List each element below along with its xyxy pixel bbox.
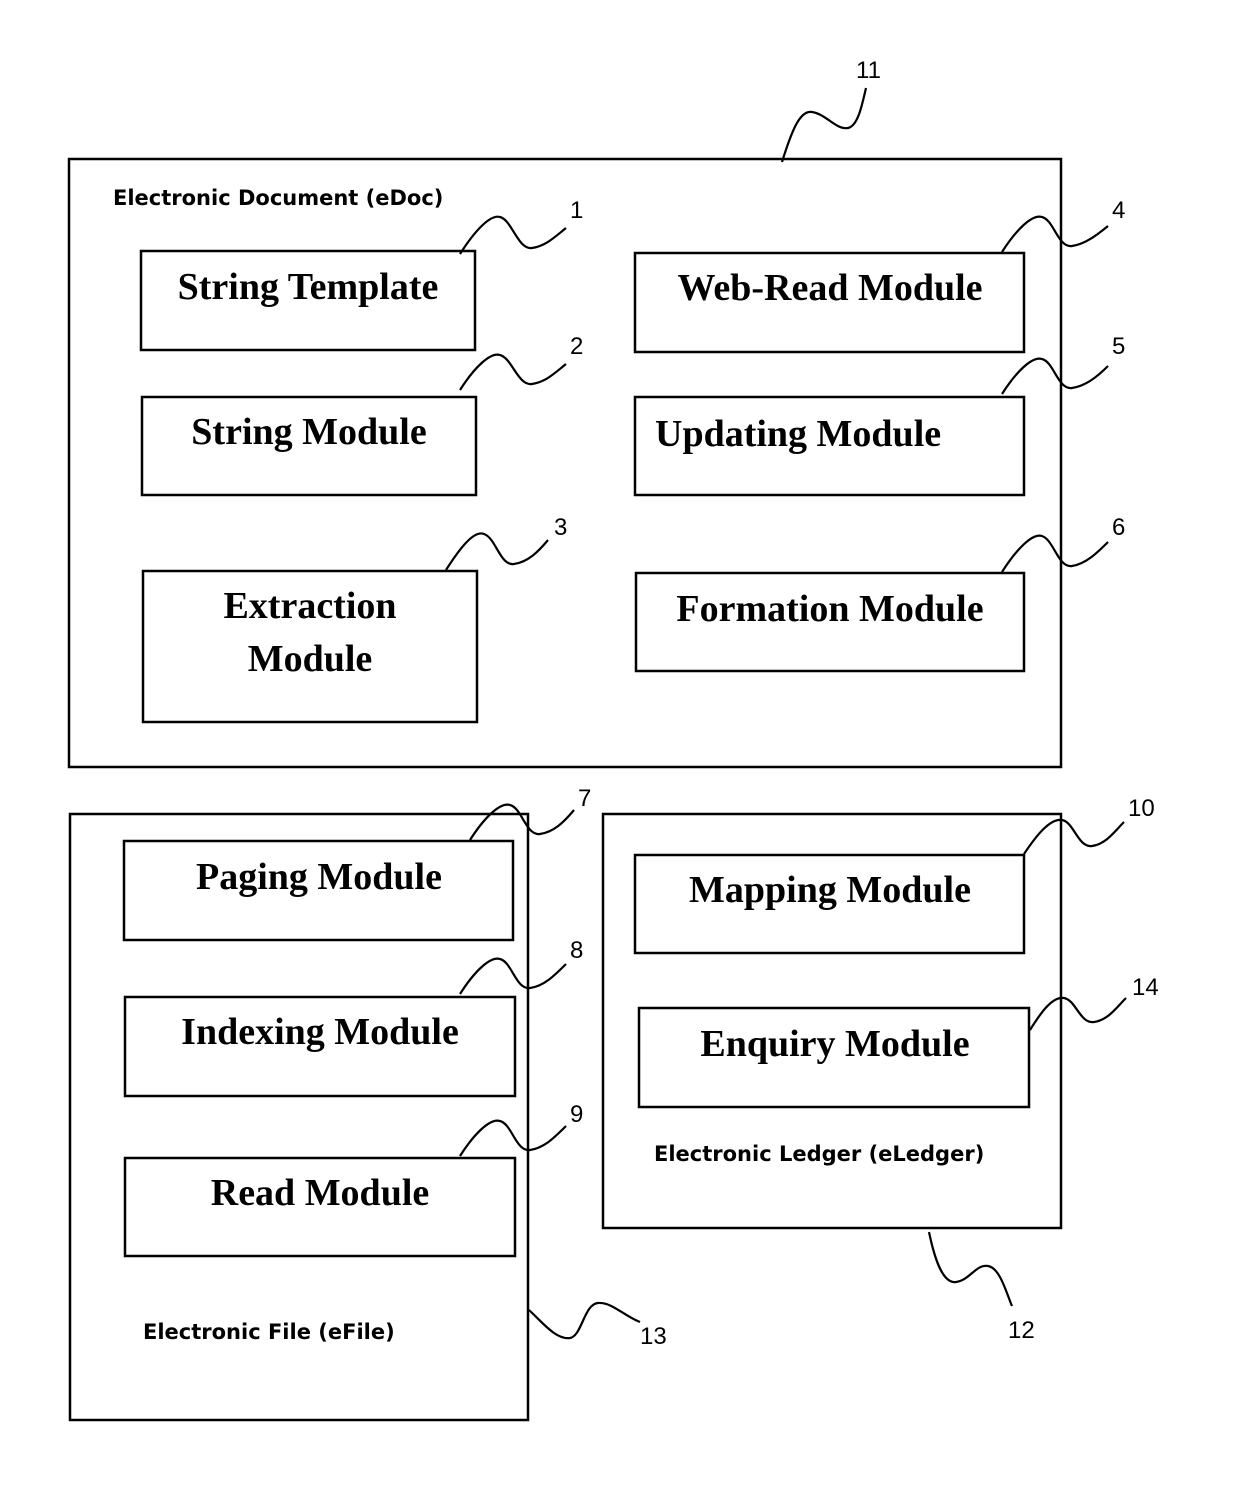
updating-module-leader-line: [1001, 357, 1109, 395]
extraction-module-label-line2: Module: [248, 638, 373, 680]
formation-module-leader-line: [1001, 534, 1109, 573]
string-module-leader-line: [459, 353, 567, 391]
web-read-module-leader-line: [1001, 215, 1109, 253]
read-module-leader-line: [459, 1119, 567, 1157]
block-diagram: Electronic Document (eDoc) 11 String Tem…: [67, 57, 1159, 1422]
paging-module-ref-number: 7: [578, 785, 591, 812]
enquiry-module-ref-number: 14: [1132, 974, 1159, 1001]
paging-module-leader-line: [469, 803, 575, 841]
indexing-module-label: Indexing Module: [181, 1011, 459, 1053]
efile-leader-line: [528, 1301, 641, 1340]
web-read-module-label: Web-Read Module: [677, 267, 982, 309]
formation-module-label: Formation Module: [676, 588, 983, 630]
edoc-container-label: Electronic Document (eDoc): [113, 186, 443, 210]
edoc-ref-number: 11: [856, 57, 881, 84]
read-module-label: Read Module: [211, 1172, 430, 1214]
mapping-module-ref-number: 10: [1128, 795, 1155, 822]
eledger-container-label: Electronic Ledger (eLedger): [654, 1142, 984, 1166]
efile-ref-number: 13: [640, 1323, 667, 1350]
enquiry-module-label: Enquiry Module: [700, 1023, 969, 1065]
mapping-module-block: Mapping Module 10: [633, 795, 1155, 955]
updating-module-label: Updating Module: [655, 413, 941, 455]
extraction-module-ref-number: 3: [554, 514, 567, 541]
indexing-module-ref-number: 8: [570, 937, 583, 964]
updating-module-ref-number: 5: [1112, 333, 1125, 360]
paging-module-label: Paging Module: [196, 856, 442, 898]
eledger-leader-line: [927, 1231, 1014, 1307]
extraction-module-leader-line: [445, 532, 549, 571]
read-module-block: Read Module 9: [123, 1101, 583, 1258]
string-module-block: String Module 2: [140, 333, 583, 497]
extraction-module-label-line1: Extraction: [223, 585, 396, 627]
read-module-ref-number: 9: [570, 1101, 583, 1128]
string-module-label: String Module: [191, 411, 426, 453]
string-module-ref-number: 2: [570, 333, 583, 360]
efile-container-label: Electronic File (eFile): [143, 1320, 395, 1344]
mapping-module-leader-line: [1023, 818, 1125, 855]
string-template-label: String Template: [178, 266, 439, 308]
indexing-module-leader-line: [459, 957, 567, 995]
paging-module-block: Paging Module 7: [122, 785, 591, 942]
string-template-ref-number: 1: [570, 197, 583, 224]
web-read-module-ref-number: 4: [1112, 197, 1125, 224]
mapping-module-label: Mapping Module: [689, 869, 971, 911]
enquiry-module-block: Enquiry Module 14: [637, 974, 1159, 1109]
extraction-module-block: Extraction Module 3: [141, 514, 567, 724]
formation-module-ref-number: 6: [1112, 514, 1125, 541]
string-template-block: String Template 1: [139, 197, 583, 352]
eledger-ref-number: 12: [1008, 1317, 1035, 1344]
string-template-leader-line: [459, 215, 567, 255]
enquiry-module-leader-line: [1029, 996, 1127, 1031]
updating-module-block: Updating Module 5: [633, 333, 1125, 497]
indexing-module-block: Indexing Module 8: [123, 937, 583, 1098]
edoc-leader-line: [780, 87, 868, 163]
web-read-module-block: Web-Read Module 4: [633, 197, 1125, 354]
formation-module-block: Formation Module 6: [634, 514, 1125, 673]
